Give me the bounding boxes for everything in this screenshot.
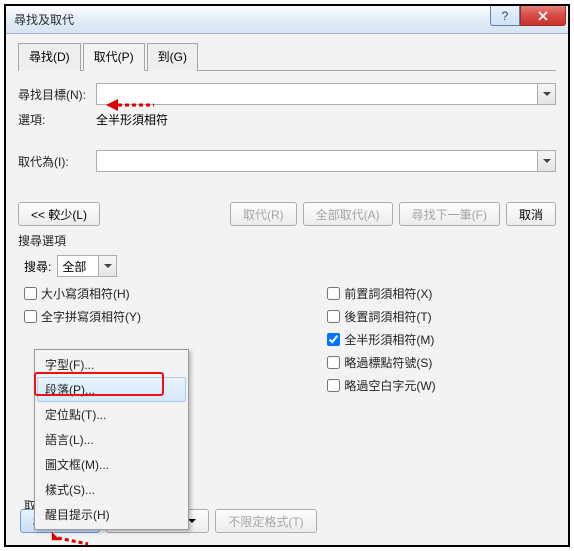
menu-font[interactable]: 字型(F)... [37,352,186,377]
less-button[interactable]: << 較少(L) [18,202,100,226]
prefix-match-check[interactable]: 前置詞須相符(X) [327,285,435,302]
less-button-label: << 較少(L) [31,206,87,223]
checkbox-icon[interactable] [327,356,340,369]
search-direction-value: 全部 [62,258,86,275]
menu-paragraph[interactable]: 段落(P)... [37,377,186,402]
menu-paragraph-label: 段落(P)... [45,383,95,397]
find-next-button-label: 尋找下一筆(F) [412,206,487,223]
tab-replace[interactable]: 取代(P) [83,43,145,71]
window-title: 尋找及取代 [6,11,74,28]
replace-all-button[interactable]: 全部取代(A) [303,202,393,226]
cancel-button-label: 取消 [519,206,543,223]
dialog-window: 尋找及取代 ? 尋找(D) 取代(P) 到(G) 尋找目標(N): [4,4,570,547]
search-direction-row: 搜尋: 全部 [24,255,556,277]
no-format-button[interactable]: 不限定格式(T) [215,509,316,533]
find-input[interactable] [96,83,556,105]
checkbox-icon[interactable] [327,333,340,346]
menu-highlight[interactable]: 醒目提示(H) [37,502,186,527]
chevron-down-icon[interactable] [537,151,555,171]
find-row: 尋找目標(N): [18,83,556,105]
tab-find-label: 尋找(D) [29,50,70,64]
window-controls: ? [490,6,566,26]
checkbox-icon[interactable] [24,310,37,323]
replace-input[interactable] [96,150,556,172]
menu-tabs-label: 定位點(T)... [45,408,106,422]
close-icon [538,11,548,21]
menu-tabs[interactable]: 定位點(T)... [37,402,186,427]
menu-frame-label: 圖文框(M)... [45,458,109,472]
menu-language-label: 語言(L)... [45,433,94,447]
options-row: 選項: 全半形須相符 [18,111,556,128]
whole-word-label: 全字拼寫須相符(Y) [41,308,141,325]
suffix-match-label: 後置詞須相符(T) [344,308,431,325]
replace-row: 取代為(I): [18,150,556,172]
options-label: 選項: [18,111,96,128]
close-button[interactable] [520,6,566,26]
ignore-whitespace-check[interactable]: 略過空白字元(W) [327,377,435,394]
chevron-down-icon[interactable] [537,84,555,104]
dialog-body: 尋找(D) 取代(P) 到(G) 尋找目標(N): 選項: 全半形須相符 取代為… [6,34,568,545]
match-case-check[interactable]: 大小寫須相符(H) [24,285,187,302]
checkbox-icon[interactable] [327,379,340,392]
replace-button[interactable]: 取代(R) [230,202,297,226]
help-button[interactable]: ? [490,6,520,26]
find-label: 尋找目標(N): [18,86,96,103]
ignore-whitespace-label: 略過空白字元(W) [344,377,435,394]
full-half-width-check[interactable]: 全半形須相符(M) [327,331,435,348]
tab-replace-label: 取代(P) [94,50,134,64]
search-direction-label: 搜尋: [24,258,51,275]
menu-highlight-label: 醒目提示(H) [45,508,110,522]
chevron-down-icon[interactable] [98,256,116,276]
suffix-match-check[interactable]: 後置詞須相符(T) [327,308,435,325]
ignore-punct-check[interactable]: 略過標點符號(S) [327,354,435,371]
checkbox-icon[interactable] [327,310,340,323]
tab-strip: 尋找(D) 取代(P) 到(G) [18,42,556,71]
match-case-label: 大小寫須相符(H) [41,285,130,302]
options-value: 全半形須相符 [96,111,168,128]
action-buttons: << 較少(L) 取代(R) 全部取代(A) 尋找下一筆(F) 取消 [18,202,556,226]
menu-language[interactable]: 語言(L)... [37,427,186,452]
format-dropdown-menu: 字型(F)... 段落(P)... 定位點(T)... 語言(L)... 圖文框… [34,349,189,530]
menu-style-label: 樣式(S)... [45,483,95,497]
menu-style[interactable]: 樣式(S)... [37,477,186,502]
tab-find[interactable]: 尋找(D) [18,43,81,71]
replace-label: 取代為(I): [18,153,96,170]
ignore-punct-label: 略過標點符號(S) [344,354,432,371]
titlebar: 尋找及取代 ? [6,6,568,34]
replace-all-button-label: 全部取代(A) [316,206,380,223]
search-options-title: 搜尋選項 [18,232,556,249]
checkbox-icon[interactable] [24,287,37,300]
whole-word-check[interactable]: 全字拼寫須相符(Y) [24,308,187,325]
full-half-width-label: 全半形須相符(M) [344,331,434,348]
right-checks: 前置詞須相符(X) 後置詞須相符(T) 全半形須相符(M) 略過標點符號(S) … [327,285,435,417]
replace-button-label: 取代(R) [243,206,284,223]
no-format-button-label: 不限定格式(T) [228,513,303,530]
cancel-button[interactable]: 取消 [506,202,556,226]
tab-goto[interactable]: 到(G) [147,43,198,71]
search-direction-select[interactable]: 全部 [57,255,117,277]
tab-goto-label: 到(G) [158,50,187,64]
checkbox-icon[interactable] [327,287,340,300]
help-icon: ? [502,9,509,23]
find-next-button[interactable]: 尋找下一筆(F) [399,202,500,226]
menu-font-label: 字型(F)... [45,358,94,372]
menu-frame[interactable]: 圖文框(M)... [37,452,186,477]
prefix-match-label: 前置詞須相符(X) [344,285,432,302]
